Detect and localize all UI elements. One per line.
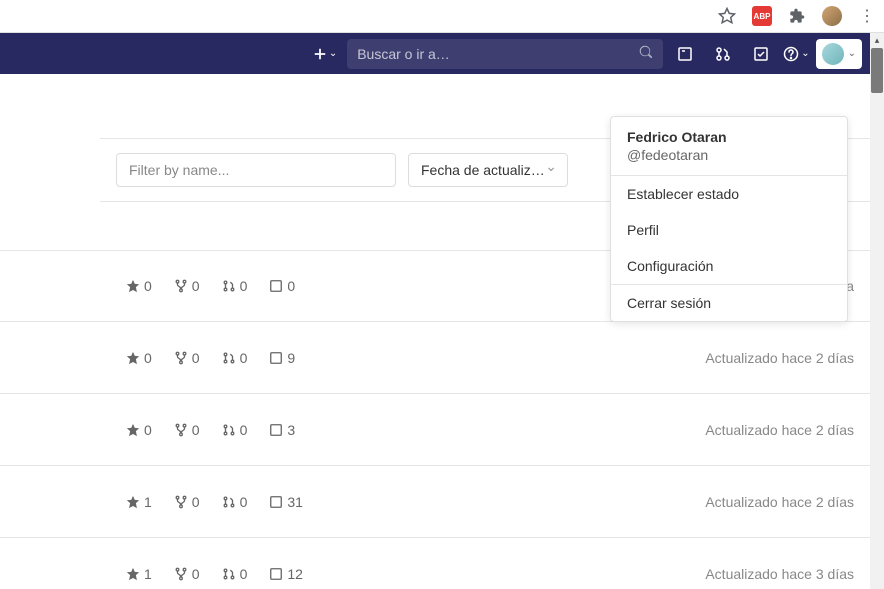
stat-stars[interactable]: 0 xyxy=(126,350,152,366)
project-stats: 0 0 0 9 xyxy=(126,350,295,366)
project-row: 1 0 0 31 Actualizado hace 2 días xyxy=(0,466,870,538)
browser-profile-avatar[interactable] xyxy=(822,6,842,26)
user-avatar xyxy=(822,43,844,65)
sort-dropdown[interactable]: Fecha de actualiz… xyxy=(408,153,568,187)
updated-text: Actualizado hace 2 días xyxy=(705,494,854,510)
project-stats: 1 0 0 31 xyxy=(126,494,303,510)
stat-issues[interactable]: 9 xyxy=(269,350,295,366)
search-icon xyxy=(639,45,653,62)
project-row: 1 0 0 12 Actualizado hace 3 días xyxy=(0,538,870,589)
browser-toolbar: ABP ⋮ xyxy=(0,0,884,33)
project-stats: 0 0 0 0 xyxy=(126,278,295,294)
global-search[interactable] xyxy=(347,39,663,69)
stat-issues[interactable]: 3 xyxy=(269,422,295,438)
todos-icon[interactable] xyxy=(745,38,777,70)
stat-merge-requests[interactable]: 0 xyxy=(222,566,248,582)
user-dropdown-menu: Fedrico Otaran @fedeotaran Establecer es… xyxy=(610,116,848,322)
stat-stars[interactable]: 0 xyxy=(126,422,152,438)
stat-forks[interactable]: 0 xyxy=(174,494,200,510)
project-row: 0 0 0 9 Actualizado hace 2 días xyxy=(0,322,870,394)
stat-forks[interactable]: 0 xyxy=(174,350,200,366)
stat-issues[interactable]: 31 xyxy=(269,494,303,510)
chevron-down-icon: ⌄ xyxy=(848,48,856,59)
menu-item-profile[interactable]: Perfil xyxy=(611,212,847,248)
project-row: 0 0 0 3 Actualizado hace 2 días xyxy=(0,394,870,466)
scrollbar-thumb[interactable] xyxy=(871,48,883,93)
bookmark-star-icon[interactable] xyxy=(718,7,736,25)
scrollbar-up-icon[interactable]: ▴ xyxy=(870,33,884,47)
abp-extension-icon[interactable]: ABP xyxy=(752,6,772,26)
project-stats: 0 0 0 3 xyxy=(126,422,295,438)
menu-item-set-status[interactable]: Establecer estado xyxy=(611,176,847,212)
stat-stars[interactable]: 1 xyxy=(126,566,152,582)
sort-label: Fecha de actualiz… xyxy=(421,162,545,178)
stat-stars[interactable]: 1 xyxy=(126,494,152,510)
extensions-icon[interactable] xyxy=(788,7,806,25)
issues-icon[interactable] xyxy=(669,38,701,70)
user-dropdown-trigger[interactable]: ⌄ xyxy=(816,39,862,69)
create-new-dropdown[interactable]: ⌄ xyxy=(309,43,341,65)
menu-item-settings[interactable]: Configuración xyxy=(611,248,847,284)
stat-forks[interactable]: 0 xyxy=(174,278,200,294)
stat-merge-requests[interactable]: 0 xyxy=(222,422,248,438)
navbar: ⌄ ⌄ ⌄ xyxy=(0,33,870,74)
stat-merge-requests[interactable]: 0 xyxy=(222,278,248,294)
stat-issues[interactable]: 12 xyxy=(269,566,303,582)
updated-text: Actualizado hace 2 días xyxy=(705,422,854,438)
user-username: @fedeotaran xyxy=(627,147,831,163)
scrollbar[interactable]: ▴ xyxy=(870,33,884,589)
search-input[interactable] xyxy=(357,46,639,62)
merge-requests-icon[interactable] xyxy=(707,38,739,70)
stat-stars[interactable]: 0 xyxy=(126,278,152,294)
dropdown-header: Fedrico Otaran @fedeotaran xyxy=(611,117,847,176)
menu-item-sign-out[interactable]: Cerrar sesión xyxy=(611,285,847,321)
stat-merge-requests[interactable]: 0 xyxy=(222,494,248,510)
browser-menu-icon[interactable]: ⋮ xyxy=(858,7,876,25)
stat-forks[interactable]: 0 xyxy=(174,566,200,582)
help-dropdown[interactable]: ⌄ xyxy=(783,46,809,62)
updated-text: Actualizado hace 2 días xyxy=(705,350,854,366)
user-full-name: Fedrico Otaran xyxy=(627,129,831,145)
project-stats: 1 0 0 12 xyxy=(126,566,303,582)
updated-text: Actualizado hace 3 días xyxy=(705,566,854,582)
stat-forks[interactable]: 0 xyxy=(174,422,200,438)
filter-input[interactable] xyxy=(116,153,396,187)
stat-issues[interactable]: 0 xyxy=(269,278,295,294)
stat-merge-requests[interactable]: 0 xyxy=(222,350,248,366)
page-content: ⌄ ⌄ ⌄ Fecha de actualiz… xyxy=(0,33,870,589)
